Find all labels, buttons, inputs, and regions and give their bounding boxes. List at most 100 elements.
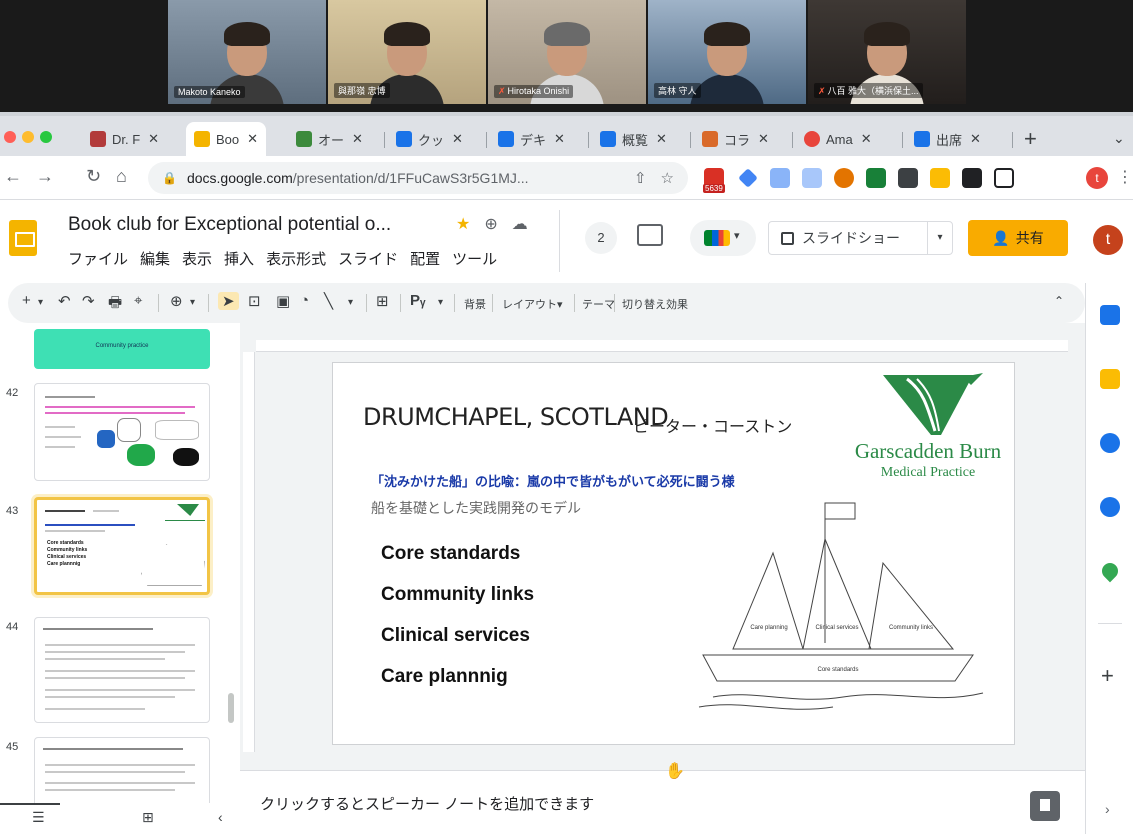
- slide-bullet[interactable]: Care plannnig: [381, 666, 508, 688]
- video-tile[interactable]: 高林 守人: [648, 0, 806, 104]
- video-tile[interactable]: ✗ Hirotaka Onishi: [488, 0, 646, 104]
- collapse-toolbar-icon[interactable]: ⌃: [1054, 294, 1064, 308]
- slide-thumbnail[interactable]: [34, 617, 210, 723]
- current-slide[interactable]: DRUMCHAPEL, SCOTLAND ピーター・コーストン 「沈みかけた船」…: [332, 362, 1015, 745]
- explore-icon[interactable]: Pᵧ: [410, 292, 425, 309]
- close-tab-icon[interactable]: ✕: [452, 131, 463, 147]
- slide-thumbnail[interactable]: Community practice: [34, 329, 210, 369]
- theme-button[interactable]: テーマ: [582, 296, 615, 312]
- menu-edit[interactable]: 編集: [140, 248, 170, 269]
- slide-thumbnail[interactable]: [34, 383, 210, 481]
- close-tab-icon[interactable]: ✕: [861, 131, 872, 147]
- window-minimize-dot[interactable]: [22, 131, 34, 143]
- browser-tab[interactable]: 出席 ✕: [906, 122, 989, 156]
- chevron-down-icon[interactable]: ▾: [348, 297, 353, 308]
- browser-tab[interactable]: クッ ✕: [388, 122, 471, 156]
- account-avatar[interactable]: t: [1093, 225, 1123, 255]
- image-icon[interactable]: ▣: [276, 292, 290, 310]
- meet-button[interactable]: ▾: [690, 220, 756, 256]
- slide-bullet[interactable]: Clinical services: [381, 625, 530, 647]
- browser-tab[interactable]: Dr. F ✕: [82, 122, 167, 156]
- menu-slide[interactable]: スライド: [338, 248, 398, 269]
- puzzle-extensions-icon[interactable]: [962, 168, 982, 188]
- bookmark-star-icon[interactable]: ☆: [661, 169, 674, 187]
- extension-icon[interactable]: [770, 168, 790, 188]
- slides-logo-icon[interactable]: [9, 220, 37, 256]
- speaker-notes-placeholder[interactable]: クリックするとスピーカー ノートを追加できます: [260, 793, 594, 814]
- filmstrip-view-icon[interactable]: ☰: [32, 809, 45, 826]
- close-tab-icon[interactable]: ✕: [148, 131, 159, 147]
- slide-title[interactable]: DRUMCHAPEL, SCOTLAND: [363, 403, 669, 431]
- contacts-icon[interactable]: [1100, 497, 1120, 517]
- select-cursor-icon[interactable]: ➤: [218, 292, 239, 310]
- menu-file[interactable]: ファイル: [68, 248, 128, 269]
- close-tab-icon[interactable]: ✕: [554, 131, 565, 147]
- ship-diagram[interactable]: Care planning Clinical services Communit…: [693, 493, 993, 723]
- add-addon-icon[interactable]: +: [1101, 663, 1114, 689]
- speaker-notes-panel[interactable]: ✋ クリックするとスピーカー ノートを追加できます: [240, 763, 1085, 834]
- expand-panel-chevron-icon[interactable]: ›: [1105, 801, 1110, 817]
- close-tab-icon[interactable]: ✕: [758, 131, 769, 147]
- tab-search-chevron-icon[interactable]: ⌄: [1113, 130, 1125, 147]
- star-icon[interactable]: ★: [456, 214, 470, 234]
- new-slide-icon[interactable]: +: [22, 292, 31, 309]
- chevron-down-icon[interactable]: ▾: [190, 297, 195, 308]
- shape-icon[interactable]: ◔: [300, 292, 309, 309]
- undo-icon[interactable]: ↶: [58, 292, 71, 310]
- comments-icon[interactable]: [637, 224, 663, 246]
- browser-tab[interactable]: デキ ✕: [490, 122, 573, 156]
- browser-tab[interactable]: 概覧 ✕: [592, 122, 675, 156]
- window-zoom-dot[interactable]: [40, 131, 52, 143]
- extension-icon[interactable]: [898, 168, 918, 188]
- share-page-icon[interactable]: ⇧: [634, 169, 647, 187]
- video-tile[interactable]: Makoto Kaneko: [168, 0, 326, 104]
- menu-tools[interactable]: ツール: [452, 248, 497, 269]
- slide-presenter-name[interactable]: ピーター・コーストン: [633, 413, 792, 437]
- move-to-folder-icon[interactable]: ⊕: [484, 214, 497, 234]
- extension-icon[interactable]: [738, 168, 758, 188]
- extension-icon[interactable]: [834, 168, 854, 188]
- extension-icon[interactable]: [930, 168, 950, 188]
- slideshow-button[interactable]: スライドショー: [768, 221, 928, 255]
- browser-tab[interactable]: Ama ✕: [796, 122, 880, 156]
- background-button[interactable]: 背景: [464, 296, 486, 312]
- keep-icon[interactable]: [1100, 369, 1120, 389]
- menu-format[interactable]: 表示形式: [266, 248, 326, 269]
- slide-thumbnail-selected[interactable]: Core standards Community links Clinical …: [34, 497, 210, 595]
- chevron-down-icon[interactable]: ▾: [438, 297, 443, 308]
- tasks-icon[interactable]: [1100, 433, 1120, 453]
- zoom-icon[interactable]: ⊕: [170, 292, 183, 310]
- browser-tab-active[interactable]: Boo ✕: [186, 122, 267, 156]
- menu-insert[interactable]: 挿入: [224, 248, 254, 269]
- paint-format-icon[interactable]: ⌖: [134, 292, 142, 309]
- side-panel-icon[interactable]: [994, 168, 1014, 188]
- video-tile[interactable]: 與那嶺 忠博: [328, 0, 486, 104]
- back-arrow-icon[interactable]: ←: [4, 166, 22, 187]
- address-bar[interactable]: 🔒 docs.google.com/presentation/d/1FFuCaw…: [148, 162, 688, 194]
- slide-thumbnail[interactable]: [34, 737, 210, 803]
- maps-icon[interactable]: [1098, 559, 1122, 583]
- share-button[interactable]: 👤 共有: [968, 220, 1068, 256]
- grid-view-icon[interactable]: ⊞: [142, 809, 154, 826]
- close-tab-icon[interactable]: ✕: [352, 131, 363, 147]
- window-close-dot[interactable]: [4, 131, 16, 143]
- print-icon[interactable]: 🖶: [108, 292, 122, 317]
- menu-arrange[interactable]: 配置: [410, 248, 440, 269]
- close-tab-icon[interactable]: ✕: [970, 131, 981, 147]
- browser-profile-avatar[interactable]: t: [1086, 167, 1108, 189]
- filmstrip-scrollbar[interactable]: [228, 693, 234, 723]
- collapse-filmstrip-icon[interactable]: ‹: [218, 809, 223, 825]
- slide-bullet[interactable]: Core standards: [381, 543, 520, 565]
- comment-add-icon[interactable]: ⊞: [376, 292, 389, 310]
- close-tab-icon[interactable]: ✕: [247, 131, 258, 147]
- chevron-down-icon[interactable]: ▾: [38, 297, 43, 308]
- extension-icon[interactable]: [802, 168, 822, 188]
- video-tile[interactable]: ✗ 八百 雅大（横浜保土...: [808, 0, 966, 104]
- slide-bullet[interactable]: Community links: [381, 584, 534, 606]
- layout-button[interactable]: レイアウト▾: [502, 296, 563, 312]
- menu-view[interactable]: 表示: [182, 248, 212, 269]
- redo-icon[interactable]: ↷: [82, 292, 95, 310]
- document-title[interactable]: Book club for Exceptional potential o...: [68, 214, 391, 236]
- text-box-icon[interactable]: ⊡: [248, 292, 261, 310]
- browser-menu-icon[interactable]: ⋮: [1117, 167, 1133, 187]
